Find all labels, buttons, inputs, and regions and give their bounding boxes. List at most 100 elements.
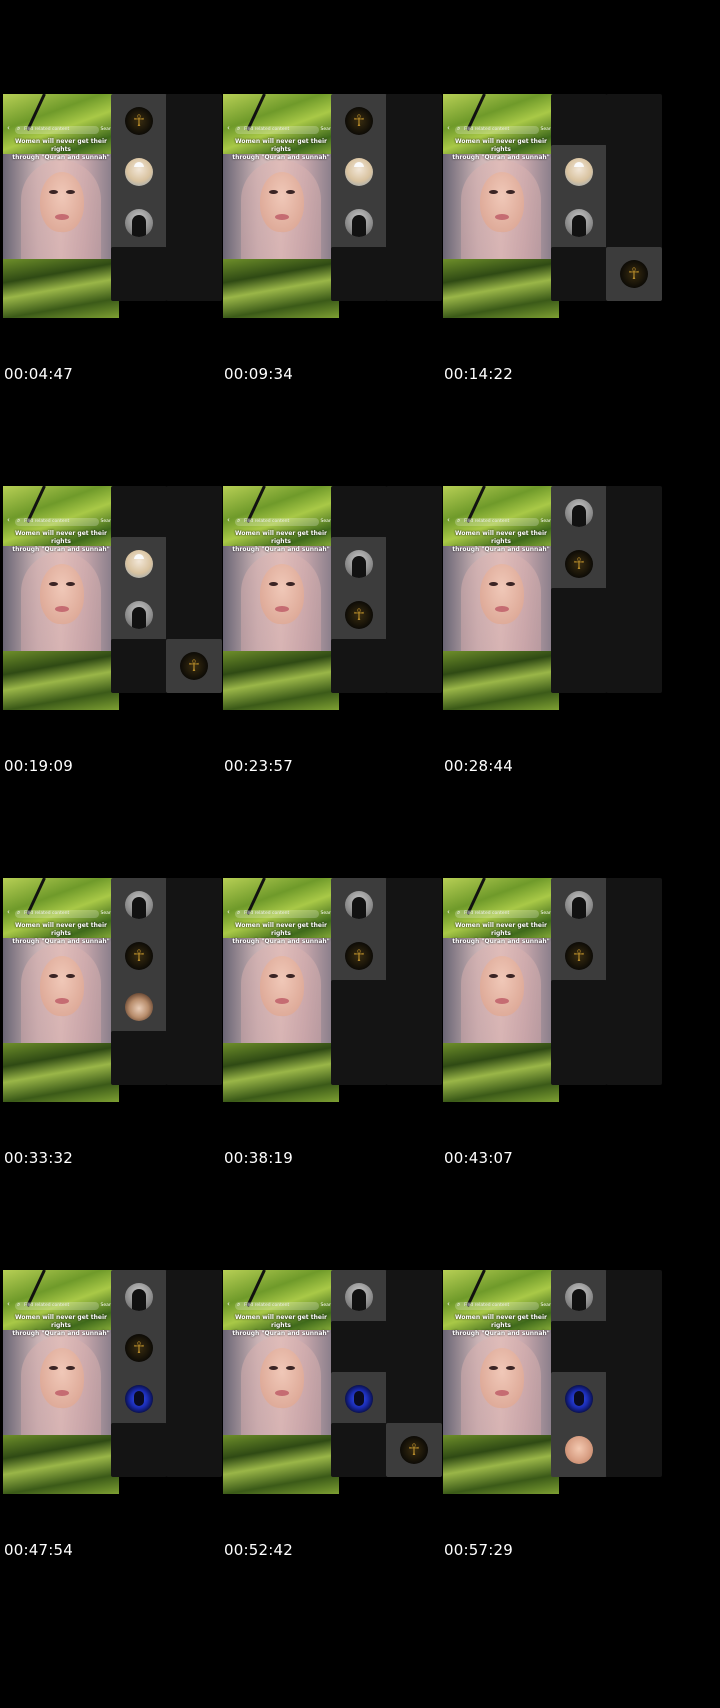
back-icon[interactable]: ‹ [227,124,230,132]
grid-tile[interactable] [386,1270,442,1324]
back-icon[interactable]: ‹ [7,908,10,916]
grid-tile[interactable] [606,929,662,983]
grid-tile[interactable] [111,1321,167,1375]
grid-tile[interactable] [166,145,222,199]
grid-tile[interactable] [551,1372,607,1426]
grid-tile[interactable] [386,486,442,540]
grid-tile[interactable] [386,145,442,199]
grid-tile[interactable] [111,486,167,540]
grid-tile[interactable] [166,1270,222,1324]
grid-tile[interactable] [331,1270,387,1324]
back-icon[interactable]: ‹ [447,124,450,132]
grid-tile[interactable] [166,929,222,983]
grid-tile[interactable] [111,878,167,932]
grid-tile[interactable] [606,878,662,932]
grid-tile[interactable] [386,878,442,932]
grid-tile[interactable] [111,639,167,693]
grid-tile[interactable] [331,196,387,250]
grid-tile[interactable] [331,247,387,301]
grid-tile[interactable] [606,1031,662,1085]
grid-tile[interactable] [111,1031,167,1085]
search-input[interactable]: ⌕ Find related content [15,1301,99,1310]
grid-tile[interactable] [166,196,222,250]
grid-tile[interactable] [111,1270,167,1324]
grid-tile[interactable] [551,878,607,932]
back-icon[interactable]: ‹ [7,1300,10,1308]
grid-tile[interactable] [386,980,442,1034]
grid-tile[interactable] [331,145,387,199]
grid-tile[interactable] [166,588,222,642]
grid-tile[interactable] [331,486,387,540]
grid-tile[interactable] [331,537,387,591]
grid-tile[interactable] [111,588,167,642]
grid-tile[interactable] [386,929,442,983]
grid-tile[interactable] [606,1270,662,1324]
grid-tile[interactable] [606,196,662,250]
grid-tile[interactable] [331,1031,387,1085]
grid-tile[interactable] [606,980,662,1034]
grid-tile[interactable] [606,588,662,642]
grid-tile[interactable] [551,1321,607,1375]
grid-tile[interactable] [111,145,167,199]
grid-tile[interactable] [386,537,442,591]
grid-tile[interactable] [111,929,167,983]
grid-tile[interactable] [111,1372,167,1426]
grid-tile[interactable] [331,1423,387,1477]
grid-tile[interactable] [606,145,662,199]
search-input[interactable]: ⌕ Find related content [235,125,319,134]
grid-tile[interactable] [551,639,607,693]
search-input[interactable]: ⌕ Find related content [15,517,99,526]
grid-tile[interactable] [606,94,662,148]
grid-tile[interactable] [606,1321,662,1375]
search-input[interactable]: ⌕ Find related content [455,1301,539,1310]
grid-tile[interactable] [166,1031,222,1085]
grid-tile[interactable] [386,94,442,148]
search-input[interactable]: ⌕ Find related content [235,909,319,918]
grid-tile[interactable] [331,980,387,1034]
grid-tile[interactable] [331,929,387,983]
grid-tile[interactable] [166,94,222,148]
grid-tile[interactable] [386,639,442,693]
grid-tile[interactable] [551,94,607,148]
grid-tile[interactable] [331,94,387,148]
grid-tile[interactable] [331,639,387,693]
grid-tile[interactable] [166,1423,222,1477]
grid-tile[interactable] [606,639,662,693]
back-icon[interactable]: ‹ [447,516,450,524]
grid-tile[interactable] [606,1423,662,1477]
grid-tile[interactable] [386,588,442,642]
grid-tile[interactable] [166,878,222,932]
grid-tile[interactable] [166,247,222,301]
grid-tile[interactable] [166,1321,222,1375]
grid-tile[interactable] [386,247,442,301]
search-input[interactable]: ⌕ Find related content [235,1301,319,1310]
grid-tile[interactable] [551,145,607,199]
grid-tile[interactable] [551,1270,607,1324]
grid-tile[interactable] [111,247,167,301]
grid-tile[interactable] [606,247,662,301]
grid-tile[interactable] [386,1372,442,1426]
back-icon[interactable]: ‹ [227,1300,230,1308]
grid-tile[interactable] [111,94,167,148]
grid-tile[interactable] [551,1423,607,1477]
back-icon[interactable]: ‹ [227,516,230,524]
grid-tile[interactable] [386,1031,442,1085]
grid-tile[interactable] [551,929,607,983]
back-icon[interactable]: ‹ [447,908,450,916]
grid-tile[interactable] [111,1423,167,1477]
grid-tile[interactable] [166,486,222,540]
grid-tile[interactable] [331,878,387,932]
grid-tile[interactable] [551,1031,607,1085]
grid-tile[interactable] [331,1321,387,1375]
search-input[interactable]: ⌕ Find related content [15,125,99,134]
grid-tile[interactable] [606,1372,662,1426]
back-icon[interactable]: ‹ [7,124,10,132]
grid-tile[interactable] [551,486,607,540]
grid-tile[interactable] [166,639,222,693]
grid-tile[interactable] [551,980,607,1034]
grid-tile[interactable] [331,588,387,642]
back-icon[interactable]: ‹ [447,1300,450,1308]
search-input[interactable]: ⌕ Find related content [15,909,99,918]
search-input[interactable]: ⌕ Find related content [455,125,539,134]
grid-tile[interactable] [386,1423,442,1477]
